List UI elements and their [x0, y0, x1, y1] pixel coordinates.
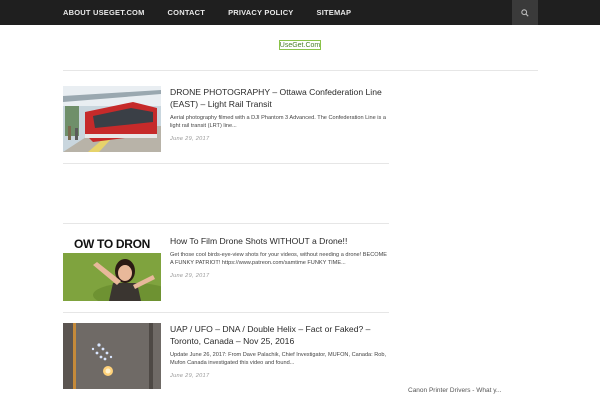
post-date: June 29, 2017: [170, 136, 210, 142]
post-item: DRONE PHOTOGRAPHY – Ottawa Confederation…: [63, 86, 389, 156]
post-date: June 29, 2017: [170, 273, 210, 279]
post-divider: [63, 163, 389, 164]
post-item: UAP / UFO – DNA / Double Helix – Fact or…: [63, 323, 389, 393]
nav-about[interactable]: ABOUT USEGET.COM: [63, 8, 145, 17]
nav-sitemap[interactable]: SITEMAP: [317, 8, 352, 17]
nav-contact[interactable]: CONTACT: [168, 8, 206, 17]
nav-privacy-policy[interactable]: PRIVACY POLICY: [228, 8, 293, 17]
post-title[interactable]: DRONE PHOTOGRAPHY – Ottawa Confederation…: [170, 86, 389, 110]
thumbnail-text: OW TO DRON: [73, 237, 151, 251]
header-divider: [63, 70, 538, 71]
sidebar-link[interactable]: Canon Printer Drivers - What y...: [408, 387, 501, 394]
post-item: OW TO DRON How To Film Drone Shots WITHO…: [63, 235, 389, 305]
main-menu: ABOUT USEGET.COM CONTACT PRIVACY POLICY …: [63, 0, 374, 25]
post-date: June 29, 2017: [170, 373, 210, 379]
ufo-thumbnail-image: [63, 323, 161, 389]
post-title[interactable]: How To Film Drone Shots WITHOUT a Drone!…: [170, 235, 389, 247]
post-excerpt: Aerial photography filmed with a DJI Pha…: [170, 115, 387, 129]
post-title[interactable]: UAP / UFO – DNA / Double Helix – Fact or…: [170, 323, 389, 347]
post-thumbnail[interactable]: [63, 323, 161, 389]
search-button[interactable]: [512, 0, 538, 25]
post-excerpt: Update June 26, 2017: From Dave Palachik…: [170, 352, 387, 366]
post-thumbnail[interactable]: [63, 86, 161, 152]
train-thumbnail-image: [63, 86, 161, 152]
post-divider: [63, 223, 389, 224]
post-thumbnail[interactable]: OW TO DRON: [63, 235, 161, 301]
post-body: DRONE PHOTOGRAPHY – Ottawa Confederation…: [170, 86, 389, 142]
post-divider: [63, 312, 389, 313]
top-navigation-bar: ABOUT USEGET.COM CONTACT PRIVACY POLICY …: [0, 0, 600, 25]
site-logo[interactable]: UseGet.Com: [279, 40, 321, 50]
post-excerpt: Get those cool birds-eye-view shots for …: [170, 252, 388, 266]
post-body: UAP / UFO – DNA / Double Helix – Fact or…: [170, 323, 389, 379]
search-icon: [521, 8, 529, 17]
post-body: How To Film Drone Shots WITHOUT a Drone!…: [170, 235, 389, 279]
